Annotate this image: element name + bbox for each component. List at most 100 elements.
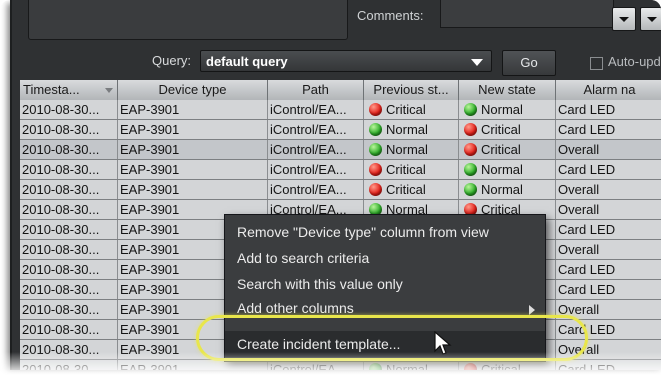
cell-text: 2010-08-30... [22,322,100,337]
comments-dropdown-button-2[interactable] [640,7,661,31]
normal-status-icon [464,183,477,196]
cell-text: iControl/EA... [270,362,347,370]
table-row[interactable]: 2010-08-30... EAP-3901 iControl/EA... Norma… [20,120,661,140]
search-criteria-box[interactable] [28,0,348,40]
query-select-value: default query [206,54,288,69]
column-header-path[interactable]: Path [268,80,364,100]
cell-new-state: Normal [459,160,556,179]
cell-alarm: Card LED [556,280,661,299]
cell-text: 2010-08-30... [22,122,100,137]
cell-device: EAP-3901 [118,100,268,119]
cell-timestamp: 2010-08-30... [20,160,118,179]
cell-prev-state: Normal [364,120,459,139]
column-header-alarm-name[interactable]: Alarm na [556,80,661,100]
cell-text: Critical [386,182,426,197]
cell-alarm: Overall [556,300,661,319]
cell-timestamp: 2010-08-30... [20,300,118,319]
cell-alarm: Card LED [556,260,661,279]
cell-text: Critical [481,142,521,157]
cell-new-state: Critical [459,120,556,139]
cell-text: Critical [386,102,426,117]
cell-text: 2010-08-30... [22,302,100,317]
column-header-previous-state[interactable]: Previous st... [364,80,459,100]
normal-status-icon [369,143,382,156]
cell-text: Critical [386,162,426,177]
cell-timestamp: 2010-08-30... [20,140,118,159]
cell-text: EAP-3901 [120,122,180,137]
comments-label: Comments: [357,8,424,23]
table-row[interactable]: 2010-08-30... EAP-3901 iControl/EA... Norma… [20,140,661,160]
go-button[interactable]: Go [502,50,556,76]
column-header-timestamp[interactable]: Timesta... [20,80,118,100]
table-row[interactable]: 2010-08-30... EAP-3901 iControl/EA... Criti… [20,100,661,120]
cell-alarm: Overall [556,140,661,159]
cell-alarm: Overall [556,340,661,359]
cell-text: Overall [558,342,600,357]
cell-timestamp: 2010-08-30... [20,200,118,219]
cell-timestamp: 2010-08-30... [20,340,118,359]
comments-field[interactable] [440,0,614,28]
cell-prev-state: Critical [364,180,459,199]
cell-text: Critical [481,122,521,137]
cell-alarm: Card LED [556,220,661,239]
cell-text: Card LED [558,362,616,370]
cell-text: EAP-3901 [120,102,180,117]
alarm-log-panel: Comments: Query: default query Go Auto-u… [10,0,661,370]
cell-text: 2010-08-30... [22,182,100,197]
critical-status-icon [464,363,477,370]
cell-text: EAP-3901 [120,342,180,357]
cell-prev-state: Critical [364,160,459,179]
menu-item-search-this-value[interactable]: Search with this value only [225,271,545,297]
menu-item-add-to-search[interactable]: Add to search criteria [225,245,545,271]
cell-timestamp: 2010-08-30... [20,100,118,119]
cell-timestamp: 2010-08-30... [20,260,118,279]
table-row[interactable]: 2010-08-30... EAP-3901 iControl/EA... Criti… [20,180,661,200]
column-header-device-type[interactable]: Device type [118,80,268,100]
cell-text: iControl/EA... [270,142,347,157]
cell-timestamp: 2010-08-30... [20,280,118,299]
cell-device: EAP-3901 [118,140,268,159]
cell-text: Card LED [558,322,616,337]
cell-text: 2010-08-30... [22,362,100,370]
table-row[interactable]: 2010-08-30... EAP-3901 iControl/EA... Criti… [20,160,661,180]
cell-path: iControl/EA... [268,100,364,119]
cell-text: iControl/EA... [270,102,347,117]
column-header-new-state[interactable]: New state [459,80,556,100]
auto-update-checkbox[interactable] [590,57,603,70]
cell-text: 2010-08-30... [22,102,100,117]
cell-text: iControl/EA... [270,162,347,177]
cell-text: Overall [558,202,600,217]
query-select[interactable]: default query [200,50,492,72]
cell-text: Overall [558,182,600,197]
cell-text: iControl/EA... [270,122,347,137]
cell-text: EAP-3901 [120,242,180,257]
cell-text: 2010-08-30... [22,242,100,257]
cell-alarm: Overall [556,240,661,259]
comments-dropdown-button[interactable] [612,7,636,31]
cell-text: Overall [558,302,600,317]
cell-text: Normal [481,182,523,197]
normal-status-icon [369,123,382,136]
cell-text: Card LED [558,102,616,117]
cell-text: EAP-3901 [120,162,180,177]
query-label: Query: [152,53,192,68]
menu-item-add-other-columns[interactable]: Add other columns [225,297,545,319]
menu-item-create-incident-template[interactable]: Create incident template... [225,331,545,357]
cell-text: iControl/EA... [270,182,347,197]
cell-alarm: Card LED [556,100,661,119]
cell-alarm: Card LED [556,360,661,370]
cell-text: Normal [386,362,428,370]
cell-text: EAP-3901 [120,182,180,197]
mouse-pointer-icon [434,331,452,355]
cell-text: Card LED [558,162,616,177]
chevron-down-icon [471,59,483,66]
cell-text: EAP-3901 [120,322,180,337]
menu-item-remove-column[interactable]: Remove "Device type" column from view [225,219,545,245]
cell-text: Card LED [558,222,616,237]
cell-text: 2010-08-30... [22,282,100,297]
cell-text: EAP-3901 [120,282,180,297]
critical-status-icon [369,103,382,116]
cell-device: EAP-3901 [118,120,268,139]
cell-text: Critical [481,362,521,370]
cell-timestamp: 2010-08-30... [20,240,118,259]
